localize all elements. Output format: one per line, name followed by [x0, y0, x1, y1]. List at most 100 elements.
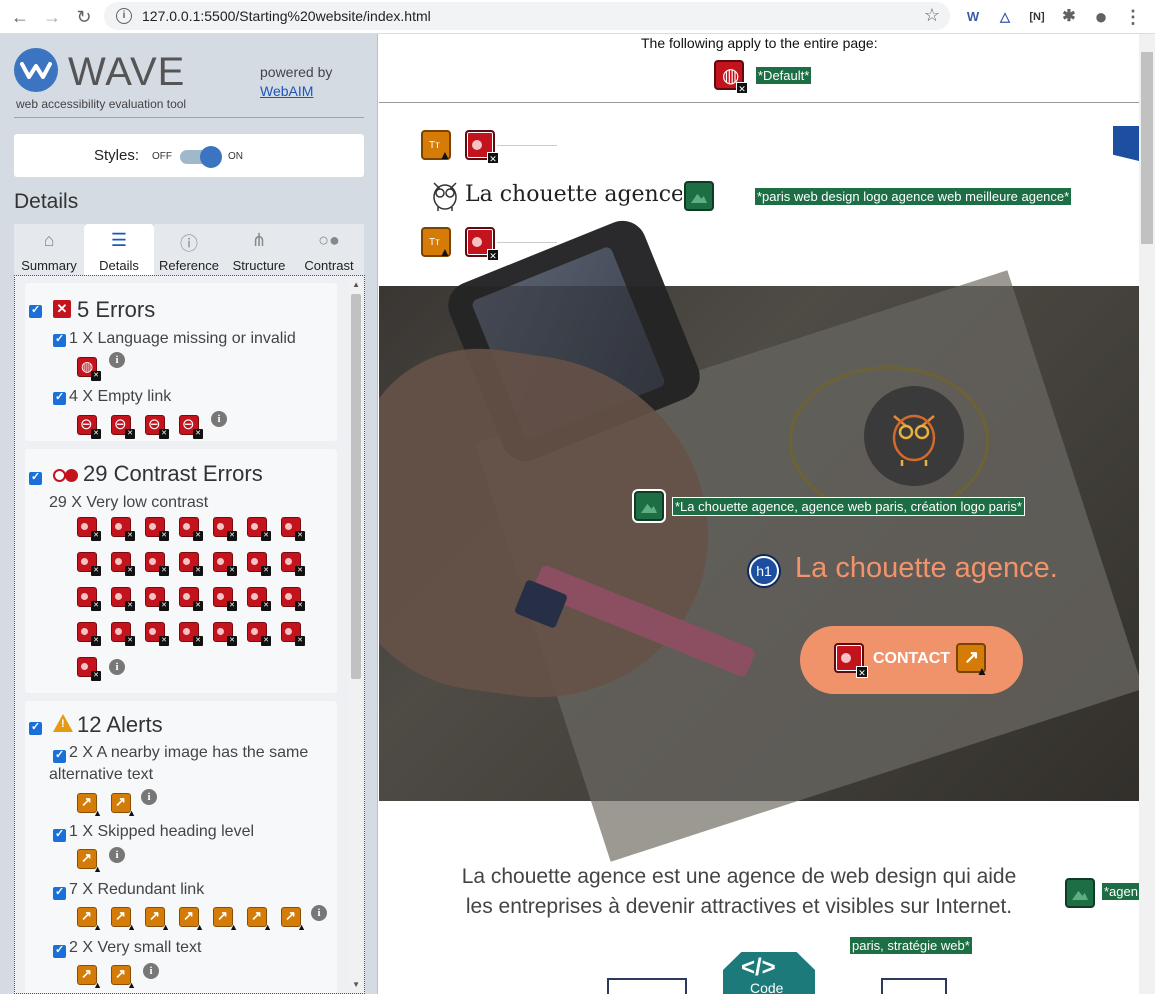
contrast-error-icon[interactable]: [247, 622, 271, 646]
contrast-error-icon[interactable]: [179, 517, 203, 541]
errors-checkbox[interactable]: [29, 303, 42, 318]
contrast-error-icon[interactable]: [281, 587, 305, 611]
redundant-link-alert-icon[interactable]: [247, 907, 272, 932]
small-text-alert-icon[interactable]: [77, 965, 102, 990]
bracket-extension-icon[interactable]: [N]: [1026, 6, 1048, 28]
image-alt-icon[interactable]: [684, 181, 714, 211]
list-icon: ☰: [110, 230, 128, 250]
styles-toggle-knob[interactable]: [200, 146, 222, 168]
tab-structure[interactable]: ⋔ Structure: [224, 224, 294, 275]
contrast-error-icon[interactable]: [77, 622, 101, 646]
wave-extension-icon[interactable]: W: [962, 6, 984, 28]
contrast-error-icon[interactable]: [111, 622, 135, 646]
info-icon[interactable]: i: [141, 789, 157, 805]
small-text-checkbox[interactable]: [53, 943, 66, 958]
contrast-error-icon[interactable]: [145, 552, 169, 576]
alerts-checkbox[interactable]: [29, 720, 42, 735]
heading-h1-icon[interactable]: h1: [749, 556, 779, 586]
info-icon[interactable]: i: [143, 963, 159, 979]
empty-link-icon[interactable]: [145, 415, 169, 439]
contrast-error-icon[interactable]: [179, 587, 203, 611]
site-info-icon[interactable]: i: [116, 8, 132, 24]
contrast-error-icon[interactable]: [213, 517, 237, 541]
image-alt-icon[interactable]: [634, 491, 664, 521]
small-text-alert-icon[interactable]: [111, 965, 136, 990]
owl-logo-icon: [433, 182, 457, 211]
empty-link-icon[interactable]: [111, 415, 135, 439]
puzzle-extension-icon[interactable]: ✱: [1058, 6, 1080, 28]
language-globe-icon[interactable]: [77, 357, 101, 381]
forward-icon[interactable]: →: [40, 5, 64, 29]
skipped-heading-alert-icon[interactable]: [77, 849, 102, 874]
redundant-link-alert-icon[interactable]: [111, 907, 136, 932]
webaim-link[interactable]: WebAIM: [260, 83, 313, 99]
tab-reference[interactable]: ⓘ Reference: [154, 224, 224, 275]
redundant-link-alert-icon[interactable]: [145, 907, 170, 932]
info-icon[interactable]: i: [109, 659, 125, 675]
url-text[interactable]: 127.0.0.1:5500/Starting%20website/index.…: [142, 8, 431, 24]
intro-line-2: les entreprises à devenir attractives et…: [465, 895, 1013, 918]
contrast-error-icon[interactable]: [281, 552, 305, 576]
contrast-error-icon[interactable]: [281, 517, 305, 541]
contrast-error-icon[interactable]: [213, 622, 237, 646]
contrast-error-icon[interactable]: [247, 552, 271, 576]
contrast-error-icon[interactable]: [77, 552, 101, 576]
tab-contrast[interactable]: ○● Contrast: [294, 224, 364, 275]
contrast-error-icon[interactable]: [111, 517, 135, 541]
contrast-error-icon[interactable]: [77, 657, 101, 681]
info-icon[interactable]: i: [311, 905, 327, 921]
contrast-error-icon[interactable]: [213, 587, 237, 611]
contrast-error-icon[interactable]: [179, 552, 203, 576]
contact-button[interactable]: ✕ CONTACT ▲: [800, 626, 1023, 694]
redundant-link-alert-icon[interactable]: [281, 907, 306, 932]
contrast-error-icon[interactable]: [247, 517, 271, 541]
info-icon[interactable]: i: [211, 411, 227, 427]
contrast-error-icon[interactable]: [213, 552, 237, 576]
bookmark-star-icon[interactable]: ☆: [924, 5, 940, 26]
triangle-extension-icon[interactable]: △: [994, 6, 1016, 28]
contrast-error-icon[interactable]: [145, 517, 169, 541]
back-icon[interactable]: ←: [8, 5, 32, 29]
panel-scroll-thumb[interactable]: [351, 294, 361, 679]
image-alt-icon[interactable]: [1065, 878, 1095, 908]
menu-kebab-icon[interactable]: ⋮: [1122, 6, 1144, 28]
info-icon[interactable]: i: [109, 352, 125, 368]
language-checkbox[interactable]: [53, 332, 66, 347]
address-bar[interactable]: i 127.0.0.1:5500/Starting%20website/inde…: [104, 2, 950, 30]
redundant-link-alert-icon[interactable]: [179, 907, 204, 932]
menu-toggle-icon[interactable]: [1113, 126, 1139, 162]
site-logo-text[interactable]: La chouette agence: [465, 182, 684, 207]
scroll-down-icon[interactable]: ▼: [352, 980, 360, 989]
contrast-error-icon[interactable]: [179, 622, 203, 646]
tab-summary[interactable]: ⌂ Summary: [14, 224, 84, 275]
empty-link-icon[interactable]: [77, 415, 101, 439]
error-x-icon: ✕: [487, 152, 499, 164]
info-icon[interactable]: i: [109, 847, 125, 863]
contrast-checkbox[interactable]: [29, 470, 42, 485]
contrast-error-icon[interactable]: [77, 587, 101, 611]
tab-details-label: Details: [99, 258, 139, 273]
contrast-error-icon[interactable]: [145, 622, 169, 646]
details-heading: Details: [14, 190, 79, 213]
contrast-error-icon[interactable]: [247, 587, 271, 611]
contrast-error-icon[interactable]: [111, 587, 135, 611]
skipped-heading-checkbox[interactable]: [53, 827, 66, 842]
profile-icon[interactable]: ●: [1090, 6, 1112, 28]
contrast-error-icon[interactable]: [281, 622, 305, 646]
empty-link-checkbox[interactable]: [53, 390, 66, 405]
tab-details[interactable]: ☰ Details: [84, 224, 154, 275]
scroll-up-icon[interactable]: ▲: [352, 280, 360, 289]
reload-icon[interactable]: ↻: [72, 5, 96, 29]
redundant-link-checkbox[interactable]: [53, 885, 66, 900]
contrast-error-icon[interactable]: [77, 517, 101, 541]
structure-icon: ⋔: [251, 230, 267, 250]
redundant-link-alert-icon[interactable]: [77, 907, 102, 932]
nearby-image-alert-icon[interactable]: [77, 793, 102, 818]
nearby-image-alert-icon[interactable]: [111, 793, 136, 818]
wave-subtitle: web accessibility evaluation tool: [16, 97, 187, 111]
contrast-error-icon[interactable]: [111, 552, 135, 576]
page-scroll-thumb[interactable]: [1141, 52, 1153, 244]
empty-link-icon[interactable]: [179, 415, 203, 439]
redundant-link-alert-icon[interactable]: [213, 907, 238, 932]
contrast-error-icon[interactable]: [145, 587, 169, 611]
